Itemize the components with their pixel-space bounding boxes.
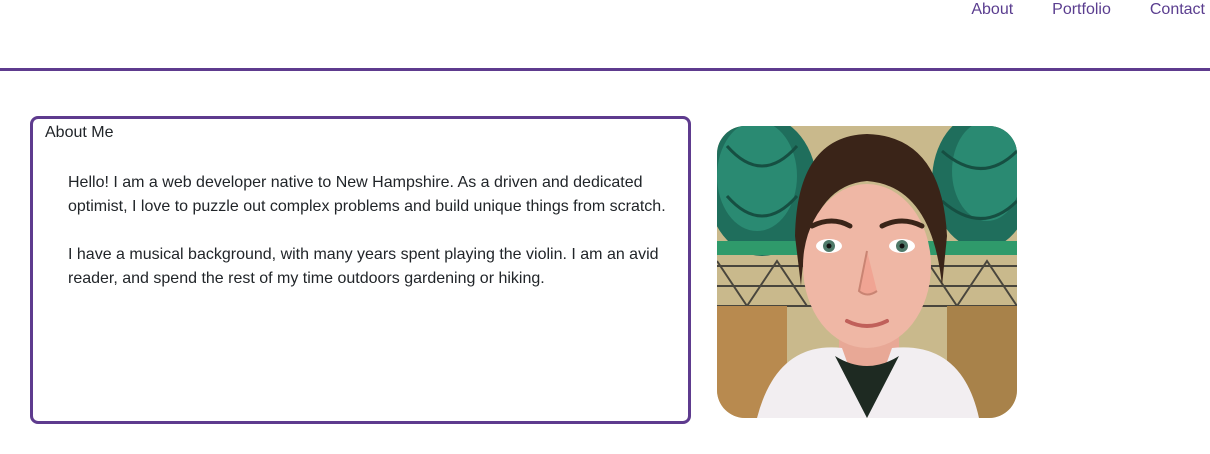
nav-link-portfolio[interactable]: Portfolio bbox=[1052, 0, 1111, 22]
nav-link-about[interactable]: About bbox=[971, 0, 1013, 22]
about-me-body: Hello! I am a web developer native to Ne… bbox=[68, 171, 668, 315]
nav-link-contact[interactable]: Contact bbox=[1150, 0, 1205, 22]
about-paragraph-1: Hello! I am a web developer native to Ne… bbox=[68, 174, 666, 215]
profile-photo bbox=[717, 126, 1017, 418]
top-nav: About Portfolio Contact bbox=[971, 0, 1205, 22]
about-me-card: About Me Hello! I am a web developer nat… bbox=[30, 116, 691, 424]
about-me-heading: About Me bbox=[45, 124, 114, 141]
about-paragraph-2: I have a musical background, with many y… bbox=[68, 246, 659, 287]
header-divider bbox=[0, 68, 1210, 71]
